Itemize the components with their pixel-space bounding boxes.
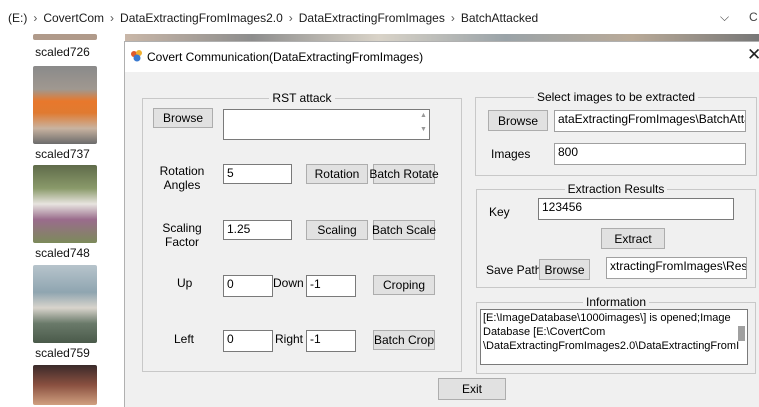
exit-button[interactable]: Exit (438, 378, 506, 400)
scaling-factor-label: Scaling Factor (162, 221, 202, 249)
info-line: \DataExtractingFromImages2.0\DataExtract… (483, 340, 740, 352)
breadcrumb-dataextracting2[interactable]: DataExtractingFromImages2.0 (120, 11, 283, 25)
rst-browse-button[interactable]: Browse (153, 108, 213, 128)
rotation-angles-label: Rotation Angles (159, 164, 205, 192)
thumbnail-image[interactable] (33, 265, 97, 343)
up-label: Up (177, 276, 193, 290)
information-log[interactable]: [E:\ImageDatabase\1000images\] is opened… (480, 309, 748, 365)
scaling-button[interactable]: Scaling (306, 220, 368, 240)
select-browse-button[interactable]: Browse (488, 110, 548, 131)
batch-scale-button[interactable]: Batch Scale (372, 220, 436, 240)
thumbnail-image[interactable] (33, 34, 97, 40)
scrollbar-thumb[interactable] (738, 326, 745, 341)
crop-right-input[interactable]: -1 (306, 330, 356, 352)
rotation-button[interactable]: Rotation (306, 164, 368, 184)
batch-rotate-button[interactable]: Batch Rotate (369, 164, 439, 184)
save-path-label: Save Path (486, 263, 542, 277)
file-name[interactable]: scaled759 (0, 346, 125, 360)
scroll-arrows-icon[interactable]: ▲ ▼ (420, 109, 427, 137)
save-path-browse-button[interactable]: Browse (539, 259, 590, 280)
scaling-factor-input[interactable]: 1.25 (223, 220, 292, 240)
chevron-right-icon: › (110, 11, 115, 25)
images-count-field: 800 (554, 143, 746, 165)
info-line: Database [E:\CovertCom (483, 326, 606, 338)
breadcrumb-batchattacked[interactable]: BatchAttacked (461, 11, 538, 25)
left-label: Left (174, 332, 195, 346)
covert-communication-dialog: Covert Communication(DataExtractingFromI… (124, 41, 759, 407)
rst-attack-legend: RST attack (272, 91, 332, 105)
breadcrumb-covertcom[interactable]: CovertCom (43, 11, 104, 25)
croping-button[interactable]: Croping (373, 275, 435, 295)
crop-left-input[interactable]: 0 (223, 330, 273, 352)
breadcrumb-drive[interactable]: (E:) (8, 11, 27, 25)
thumbnail-image[interactable] (33, 165, 97, 243)
refresh-icon[interactable]: C (749, 10, 758, 24)
chevron-right-icon: › (288, 11, 293, 25)
breadcrumb: (E:) › CovertCom › DataExtractingFromImages2… (8, 11, 538, 25)
key-label: Key (489, 205, 510, 219)
file-list: scaled726 scaled737 scaled748 scaled759 (0, 34, 125, 405)
extract-button[interactable]: Extract (601, 228, 665, 249)
info-line: [E:\ImageDatabase\1000images\] is opened… (483, 312, 731, 324)
save-path-input[interactable]: xtractingFromImages\Results\ (606, 257, 747, 279)
title-bar: Covert Communication(DataExtractingFromI… (125, 42, 759, 72)
file-name[interactable]: scaled748 (0, 246, 125, 260)
down-label: Down (273, 276, 304, 290)
crop-up-input[interactable]: 0 (223, 275, 273, 297)
app-icon (131, 50, 142, 62)
chevron-right-icon: › (33, 11, 38, 25)
key-input[interactable]: 123456 (538, 198, 734, 220)
chevron-down-icon[interactable]: ⌵ (720, 10, 729, 25)
chevron-right-icon: › (450, 11, 455, 25)
crop-down-input[interactable]: -1 (306, 275, 356, 297)
file-name[interactable]: scaled737 (0, 147, 125, 161)
select-images-legend: Select images to be extracted (536, 90, 696, 104)
address-bar: (E:) › CovertCom › DataExtractingFromImages2… (0, 0, 759, 34)
thumbnail-image[interactable] (33, 365, 97, 405)
close-icon[interactable]: ✕ (747, 45, 759, 65)
dialog-title: Covert Communication(DataExtractingFromI… (147, 50, 424, 64)
images-path-input[interactable]: ataExtractingFromImages\BatchAttacked\ (554, 110, 746, 132)
right-label: Right (275, 332, 304, 346)
file-name[interactable]: scaled726 (0, 45, 125, 59)
thumbnail-image[interactable] (33, 66, 97, 144)
information-legend: Information (585, 295, 647, 309)
rst-file-list[interactable] (223, 109, 430, 140)
images-label: Images (491, 147, 531, 161)
breadcrumb-dataextracting[interactable]: DataExtractingFromImages (299, 11, 445, 25)
batch-crop-button[interactable]: Batch Crop (373, 330, 435, 350)
extraction-results-legend: Extraction Results (567, 182, 665, 196)
rotation-angle-input[interactable]: 5 (223, 164, 292, 184)
